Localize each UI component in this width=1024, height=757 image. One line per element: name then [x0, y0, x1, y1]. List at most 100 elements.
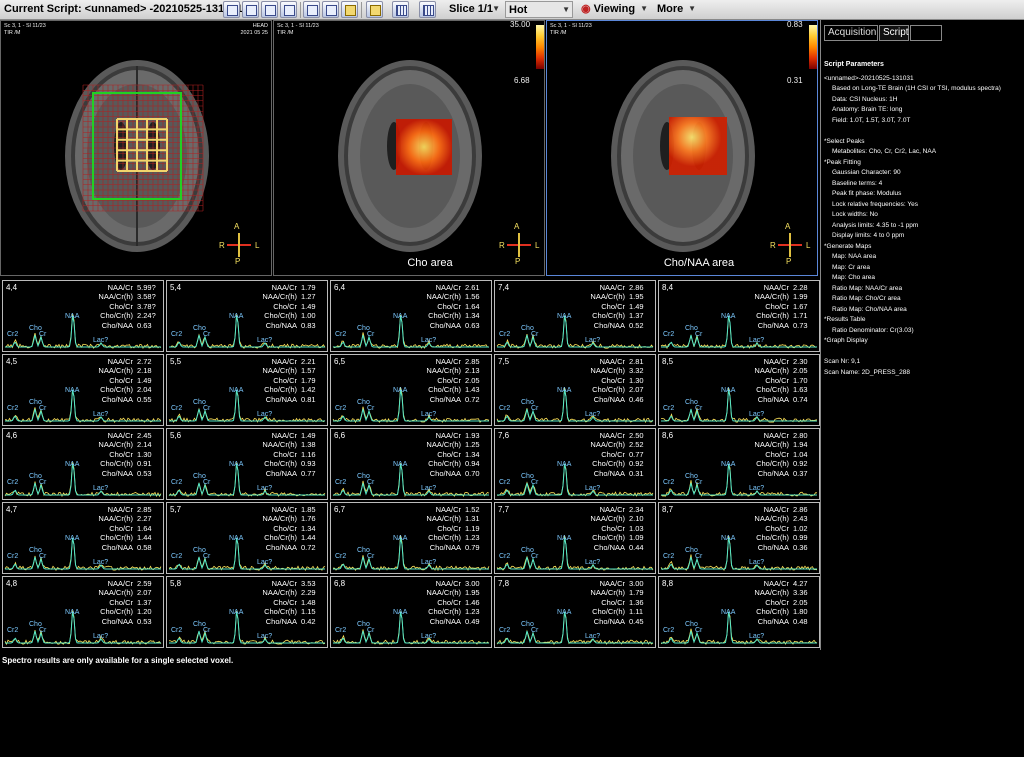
slice-dropdown[interactable]: Slice 1/1 ▼: [446, 1, 502, 18]
spectrum-cell[interactable]: 5,4 NAA/Cr 1.79 NAA/Cr(h) 1.27 Cho/Cr 1.49 Cho/…: [166, 280, 328, 352]
viewport-info: 2021 05 25: [240, 30, 268, 36]
spectrum-cell[interactable]: 6,6 NAA/Cr 1.93 NAA/Cr(h) 1.25 Cho/Cr 1.34 Cho/…: [330, 428, 492, 500]
spectrum-plot: [168, 389, 326, 423]
peak-label-cr2: Cr2: [499, 331, 511, 338]
peak-label-cr: Cr: [39, 479, 47, 486]
spectrum-cell[interactable]: 6,7 NAA/Cr 1.52 NAA/Cr(h) 1.31 Cho/Cr 1.19 Cho/…: [330, 502, 492, 574]
spectrum-raw-trace: [168, 390, 326, 423]
report-icon[interactable]: [280, 1, 297, 18]
spectrum-cell[interactable]: 7,8 NAA/Cr 3.00 NAA/Cr(h) 1.79 Cho/Cr 1.36 Cho/…: [494, 576, 656, 648]
edit-script-icon[interactable]: [261, 1, 278, 18]
peak-label-lac: Lac?: [749, 411, 765, 418]
spectrum-plot: [496, 535, 654, 571]
results-table-icon[interactable]: [242, 1, 259, 18]
map-view-icon[interactable]: [322, 1, 339, 18]
spectrum-plot: [332, 611, 490, 645]
spectrum-cell[interactable]: 4,8 NAA/Cr 2.59 NAA/Cr(h) 2.07 Cho/Cr 1.37 Cho/…: [2, 576, 164, 648]
spectrum-cell[interactable]: 5,6 NAA/Cr 1.49 NAA/Cr(h) 1.38 Cho/Cr 1.16 Cho/…: [166, 428, 328, 500]
parameter-line: Ratio Map: NAA/Cr area: [832, 284, 903, 292]
parameter-line: Analysis limits: 4.35 to -1 ppm: [832, 221, 919, 229]
viewport-cho-naa-area[interactable]: Sc 3, 1 - Sl 11/23 TIR /M 0.83 0.31 A R …: [546, 20, 818, 276]
peak-label-lac: Lac?: [93, 411, 109, 418]
lut-label: Hot: [509, 4, 528, 16]
viewport-info: Sc 3, 1 - Sl 11/23: [550, 23, 592, 29]
spectrum-plot: [4, 462, 162, 498]
viewing-menu[interactable]: ◉ Viewing ▼: [578, 1, 650, 18]
peak-label-cr2: Cr2: [335, 479, 347, 486]
spectrum-cell[interactable]: 8,6 NAA/Cr 2.80 NAA/Cr(h) 1.94 Cho/Cr 1.04 Cho/…: [658, 428, 820, 500]
peak-label-lac: Lac?: [257, 411, 273, 418]
spectrum-cell[interactable]: 7,6 NAA/Cr 2.50 NAA/Cr(h) 2.52 Cho/Cr 0.77 Cho/…: [494, 428, 656, 500]
peak-label-cr2: Cr2: [663, 627, 675, 634]
peak-label-naa: NAA: [229, 313, 244, 320]
peak-label-cr: Cr: [695, 405, 703, 412]
viewport-cho-area[interactable]: Sc 3, 1 - Sl 11/23 TIR /M 35.00 6.68 A R…: [273, 20, 545, 276]
parameter-line: Map: Cho area: [832, 274, 875, 281]
peak-label-cr: Cr: [531, 331, 539, 338]
parameter-line: Display limits: 4 to 0 ppm: [832, 232, 905, 239]
peak-label-naa: NAA: [65, 461, 80, 468]
orientation-cross-icon: [507, 233, 531, 257]
colorbar-min: 0.31: [787, 76, 803, 85]
grid-display-icon[interactable]: [392, 1, 409, 18]
parameter-section: *Select Peaks: [824, 137, 865, 145]
spectrum-cell[interactable]: 5,7 NAA/Cr 1.85 NAA/Cr(h) 1.76 Cho/Cr 1.34 Cho/…: [166, 502, 328, 574]
spectrum-cell[interactable]: 8,7 NAA/Cr 2.86 NAA/Cr(h) 2.43 Cho/Cr 1.02 Cho/…: [658, 502, 820, 574]
orientation-anterior: A: [785, 222, 791, 231]
spectrum-cell[interactable]: 6,4 NAA/Cr 2.61 NAA/Cr(h) 1.56 Cho/Cr 1.64 Cho/…: [330, 280, 492, 352]
peak-label-naa: NAA: [229, 609, 244, 616]
spectrum-cell[interactable]: 8,8 NAA/Cr 4.27 NAA/Cr(h) 3.36 Cho/Cr 2.05 Cho/…: [658, 576, 820, 648]
spectrum-cell[interactable]: 4,5 NAA/Cr 2.72 NAA/Cr(h) 2.18 Cho/Cr 1.49 Cho/…: [2, 354, 164, 426]
orientation-right: R: [499, 241, 505, 250]
voxel-select-icon[interactable]: [366, 1, 383, 18]
spectrum-cell[interactable]: 7,4 NAA/Cr 2.86 NAA/Cr(h) 1.95 Cho/Cr 1.49 Cho/…: [494, 280, 656, 352]
peak-label-lac: Lac?: [257, 633, 273, 640]
more-menu[interactable]: More ▼: [654, 1, 698, 18]
peak-label-cr2: Cr2: [171, 479, 183, 486]
spectrum-plot: [168, 610, 326, 645]
parameter-line: [824, 126, 1024, 137]
parameter-line: Anatomy: Brain TE: long: [832, 106, 903, 113]
spectrum-cell[interactable]: 6,8 NAA/Cr 3.00 NAA/Cr(h) 1.95 Cho/Cr 1.46 Cho/…: [330, 576, 492, 648]
parameter-line: Field: 1.0T, 1.5T, 3.0T, 7.0T: [832, 116, 911, 124]
peak-label-lac: Lac?: [585, 633, 601, 640]
peak-label-cr: Cr: [203, 405, 211, 412]
peak-label-cr: Cr: [367, 479, 375, 486]
spectrum-cell[interactable]: 4,4 NAA/Cr 5.99? NAA/Cr(h) 3.58? Cho/Cr 3.78? C…: [2, 280, 164, 352]
peak-label-cr: Cr: [39, 627, 47, 634]
peak-label-cr2: Cr2: [335, 331, 347, 338]
spectrum-cell[interactable]: 4,6 NAA/Cr 2.45 NAA/Cr(h) 2.14 Cho/Cr 1.30 Cho/…: [2, 428, 164, 500]
toolbar-separator: [300, 2, 301, 18]
parameter-line: Ratio Denominator: Cr(3.03): [832, 326, 914, 334]
more-label: More: [657, 3, 684, 15]
tab-empty[interactable]: [910, 25, 942, 41]
viewport-anatomy[interactable]: Sc 3, 1 - Sl 11/23 TIR /M HEAD 2021 05 2…: [0, 20, 272, 276]
peak-label-naa: NAA: [229, 535, 244, 542]
spectrum-cell[interactable]: 8,5 NAA/Cr 2.30 NAA/Cr(h) 2.05 Cho/Cr 1.70 Cho/…: [658, 354, 820, 426]
spectrum-cell[interactable]: 5,5 NAA/Cr 2.21 NAA/Cr(h) 1.57 Cho/Cr 1.79 Cho/…: [166, 354, 328, 426]
viewport-info: TIR /M: [550, 30, 567, 36]
spectrum-cell[interactable]: 8,4 NAA/Cr 2.28 NAA/Cr(h) 1.99 Cho/Cr 1.67 Cho/…: [658, 280, 820, 352]
peak-label-cr2: Cr2: [171, 405, 183, 412]
spectrum-plot: [496, 463, 654, 497]
orientation-cross-icon: [778, 233, 802, 257]
spectrum-cell[interactable]: 5,8 NAA/Cr 3.53 NAA/Cr(h) 2.29 Cho/Cr 1.48 Cho/…: [166, 576, 328, 648]
map-area-label: Cho area: [407, 257, 453, 269]
tab-acquisition[interactable]: Acquisition: [824, 25, 878, 41]
grid-layout-icon[interactable]: [419, 1, 436, 18]
spectrum-cell[interactable]: 7,7 NAA/Cr 2.34 NAA/Cr(h) 2.10 Cho/Cr 1.03 Cho/…: [494, 502, 656, 574]
spectrum-cell[interactable]: 7,5 NAA/Cr 2.81 NAA/Cr(h) 3.32 Cho/Cr 1.30 Cho/…: [494, 354, 656, 426]
peak-label-cr2: Cr2: [499, 553, 511, 560]
peak-label-lac: Lac?: [585, 337, 601, 344]
peak-label-lac: Lac?: [93, 559, 109, 566]
save-layout-icon[interactable]: [223, 1, 240, 18]
orientation-right: R: [219, 241, 225, 250]
spectrum-view-icon[interactable]: [303, 1, 320, 18]
lut-dropdown[interactable]: Hot ▼: [505, 1, 573, 18]
script-panel: Acquisition Script Script Parameters <un…: [820, 20, 1024, 650]
tab-script[interactable]: Script: [879, 25, 909, 41]
parameter-line: Based on Long-TE Brain (1H CSI or TSI, m…: [832, 85, 1001, 92]
3d-view-icon[interactable]: [341, 1, 358, 18]
spectrum-cell[interactable]: 4,7 NAA/Cr 2.85 NAA/Cr(h) 2.27 Cho/Cr 1.64 Cho/…: [2, 502, 164, 574]
spectrum-cell[interactable]: 6,5 NAA/Cr 2.85 NAA/Cr(h) 2.13 Cho/Cr 2.05 Cho/…: [330, 354, 492, 426]
